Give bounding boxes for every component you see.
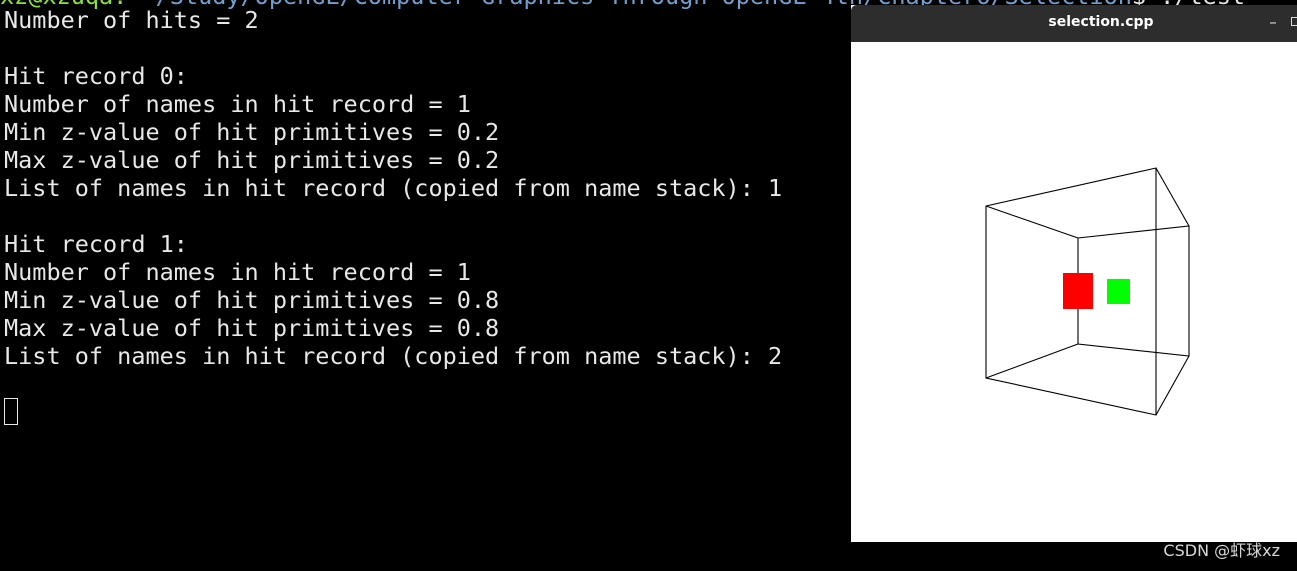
terminal-line: Min z-value of hit primitives = 0.8 bbox=[4, 286, 500, 314]
opengl-window[interactable]: selection.cpp – bbox=[851, 5, 1297, 542]
frustum-edge bbox=[1155, 355, 1190, 416]
terminal-line: Number of names in hit record = 1 bbox=[4, 90, 471, 118]
terminal-line: Max z-value of hit primitives = 0.2 bbox=[4, 146, 500, 174]
terminal-line: Hit record 0: bbox=[4, 62, 188, 90]
frustum-edge bbox=[985, 343, 1079, 379]
terminal-output: Number of hits = 2 Hit record 0: Number of… bbox=[4, 6, 782, 370]
terminal-line: Number of names in hit record = 1 bbox=[4, 258, 471, 286]
terminal-line: List of names in hit record (copied from… bbox=[4, 174, 783, 202]
minimize-button[interactable]: – bbox=[1263, 11, 1283, 33]
red-square[interactable] bbox=[1063, 273, 1093, 309]
frustum-edge bbox=[985, 205, 1079, 239]
window-title: selection.cpp bbox=[1048, 14, 1154, 30]
opengl-canvas[interactable] bbox=[851, 42, 1297, 542]
terminal-line: Hit record 1: bbox=[4, 230, 188, 258]
window-titlebar[interactable]: selection.cpp – bbox=[851, 5, 1297, 42]
maximize-button[interactable] bbox=[1291, 17, 1297, 26]
terminal-line: Number of hits = 2 bbox=[4, 6, 259, 34]
frustum-far-face bbox=[1077, 225, 1190, 357]
terminal-line: List of names in hit record (copied from… bbox=[4, 342, 783, 370]
green-square[interactable] bbox=[1107, 279, 1130, 304]
terminal-cursor bbox=[4, 398, 18, 425]
terminal-line: Max z-value of hit primitives = 0.8 bbox=[4, 314, 500, 342]
terminal-line: Min z-value of hit primitives = 0.2 bbox=[4, 118, 500, 146]
frustum-edge bbox=[1155, 167, 1190, 227]
watermark: CSDN @虾球xz bbox=[1163, 541, 1280, 560]
